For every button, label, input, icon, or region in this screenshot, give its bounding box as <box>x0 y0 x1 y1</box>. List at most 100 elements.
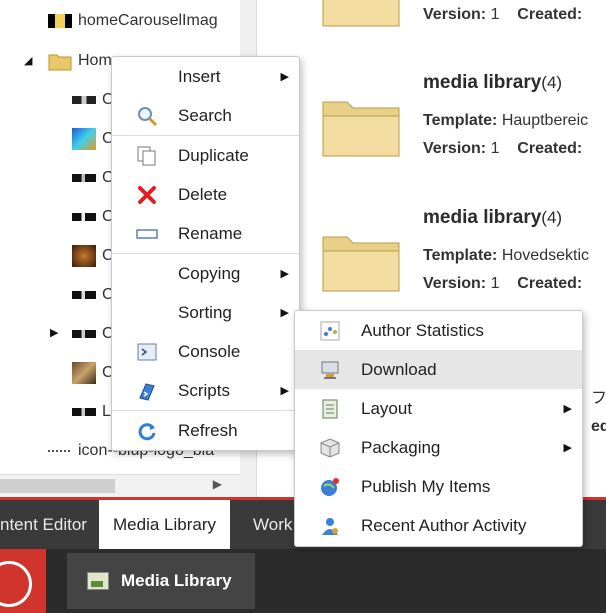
submenu-arrow-icon: ▶ <box>280 307 289 319</box>
publish-icon <box>319 476 341 498</box>
expand-arrow-icon[interactable]: ▶ <box>50 326 58 339</box>
item-version: Version: 1 Created: <box>423 6 583 23</box>
image-thumbnail-icon <box>72 291 96 299</box>
image-thumbnail-icon <box>72 174 96 182</box>
start-button[interactable] <box>0 549 46 613</box>
menu-item-delete[interactable]: Delete <box>112 175 299 214</box>
menu-item-download[interactable]: Download <box>295 350 582 389</box>
image-thumbnail-icon <box>72 96 96 104</box>
menu-item-insert[interactable]: Insert ▶ <box>112 57 299 96</box>
horizontal-scrollbar[interactable]: ▶ <box>0 474 240 497</box>
author-statistics-icon <box>319 320 341 342</box>
image-thumbnail-icon <box>48 450 72 452</box>
tree-item[interactable]: C <box>72 165 114 191</box>
menu-item-label: Rename <box>178 223 243 243</box>
submenu-arrow-icon: ▶ <box>563 442 572 454</box>
taskbar: Media Library <box>0 549 606 613</box>
tree-item[interactable]: C <box>72 360 114 386</box>
tree-item[interactable]: C <box>72 243 114 269</box>
media-library-icon <box>87 572 109 590</box>
tree-item-label: homeCarouselImag <box>78 12 218 29</box>
item-title[interactable]: media library(4) <box>423 207 562 229</box>
menu-item-publish-my-items[interactable]: Publish My Items <box>295 467 582 506</box>
menu-item-label: Publish My Items <box>361 476 491 496</box>
media-item[interactable]: media library(4) Template: Hauptbereic V… <box>257 70 606 205</box>
media-item[interactable]: Version: 1 Created: <box>257 0 606 27</box>
duplicate-icon <box>136 145 158 167</box>
menu-item-label: Delete <box>178 184 228 204</box>
tree-item-label: L <box>102 403 111 420</box>
tree-item[interactable]: L <box>72 399 111 425</box>
menu-item-label: Insert <box>178 66 221 86</box>
context-menu: Insert ▶ Search Duplicate Delete Rename … <box>111 56 300 451</box>
menu-item-label: Duplicate <box>178 145 249 165</box>
menu-item-label: Scripts <box>178 380 230 400</box>
tab-label: ntent Editor <box>0 514 87 534</box>
tree-item[interactable]: homeCarouselImag <box>48 8 218 34</box>
menu-item-scripts[interactable]: Scripts ▶ <box>112 371 299 410</box>
rename-icon <box>136 223 158 245</box>
folder-icon <box>48 54 72 71</box>
image-thumbnail-icon <box>72 213 96 221</box>
menu-item-author-statistics[interactable]: Author Statistics <box>295 311 582 350</box>
menu-item-label: Author Statistics <box>361 320 484 340</box>
layout-icon <box>319 398 341 420</box>
menu-item-recent-author-activity[interactable]: Recent Author Activity <box>295 506 582 545</box>
image-thumbnail-icon <box>72 408 96 416</box>
collapse-arrow-icon[interactable]: ◢ <box>24 54 32 67</box>
folder-icon <box>322 101 400 157</box>
menu-item-refresh[interactable]: Refresh <box>112 411 299 450</box>
partial-text: フ <box>591 390 606 407</box>
item-title[interactable]: media library(4) <box>423 72 562 94</box>
menu-item-label: Search <box>178 105 232 125</box>
scrollbar-thumb[interactable] <box>0 479 115 493</box>
console-icon <box>136 341 158 363</box>
submenu-arrow-icon: ▶ <box>563 403 572 415</box>
menu-item-sorting[interactable]: Sorting ▶ <box>112 293 299 332</box>
tab-content-editor[interactable]: ntent Editor <box>0 500 101 549</box>
image-thumbnail-icon <box>72 330 96 338</box>
tree-item-label: Hom <box>78 52 112 69</box>
tree-item-folder[interactable]: Hom <box>48 48 112 74</box>
image-thumbnail-icon <box>72 245 96 267</box>
menu-item-label: Copying <box>178 263 241 283</box>
menu-item-console[interactable]: Console <box>112 332 299 371</box>
search-icon <box>136 105 158 127</box>
item-version: Version: 1 Created: <box>423 140 583 157</box>
submenu-arrow-icon: ▶ <box>280 268 289 280</box>
menu-item-packaging[interactable]: Packaging ▶ <box>295 428 582 467</box>
item-template: Template: Hovedsektic <box>423 247 589 264</box>
partial-text: ed: <box>591 418 606 435</box>
menu-item-search[interactable]: Search <box>112 96 299 135</box>
scroll-right-icon[interactable]: ▶ <box>213 477 222 491</box>
menu-item-label: Download <box>361 359 437 379</box>
sitecore-logo-icon <box>0 561 32 607</box>
item-template: Template: Hauptbereic <box>423 112 589 129</box>
recent-activity-icon <box>319 515 341 537</box>
menu-item-rename[interactable]: Rename <box>112 214 299 253</box>
tab-media-library[interactable]: Media Library <box>99 500 230 549</box>
packaging-icon <box>319 437 341 459</box>
scripts-icon <box>136 380 158 402</box>
folder-icon <box>322 0 400 27</box>
menu-item-duplicate[interactable]: Duplicate <box>112 136 299 175</box>
menu-item-label: Recent Author Activity <box>361 515 527 535</box>
taskbar-item-label: Media Library <box>121 571 232 590</box>
image-thumbnail-icon <box>48 14 72 28</box>
submenu-arrow-icon: ▶ <box>280 385 289 397</box>
tree-item[interactable]: C <box>72 204 114 230</box>
tab-label: Work <box>253 514 293 534</box>
refresh-icon <box>136 420 158 442</box>
tree-item[interactable]: C <box>72 282 114 308</box>
tab-label: Media Library <box>113 514 216 534</box>
menu-item-label: Layout <box>361 398 413 418</box>
menu-item-layout[interactable]: Layout ▶ <box>295 389 582 428</box>
item-version: Version: 1 Created: <box>423 275 583 292</box>
tree-item[interactable]: C <box>72 87 114 113</box>
taskbar-item-media-library[interactable]: Media Library <box>67 553 255 609</box>
delete-icon <box>136 184 158 206</box>
tree-item[interactable]: C <box>72 126 114 152</box>
tree-item[interactable]: C <box>72 321 114 347</box>
download-icon <box>319 359 341 381</box>
menu-item-copying[interactable]: Copying ▶ <box>112 254 299 293</box>
